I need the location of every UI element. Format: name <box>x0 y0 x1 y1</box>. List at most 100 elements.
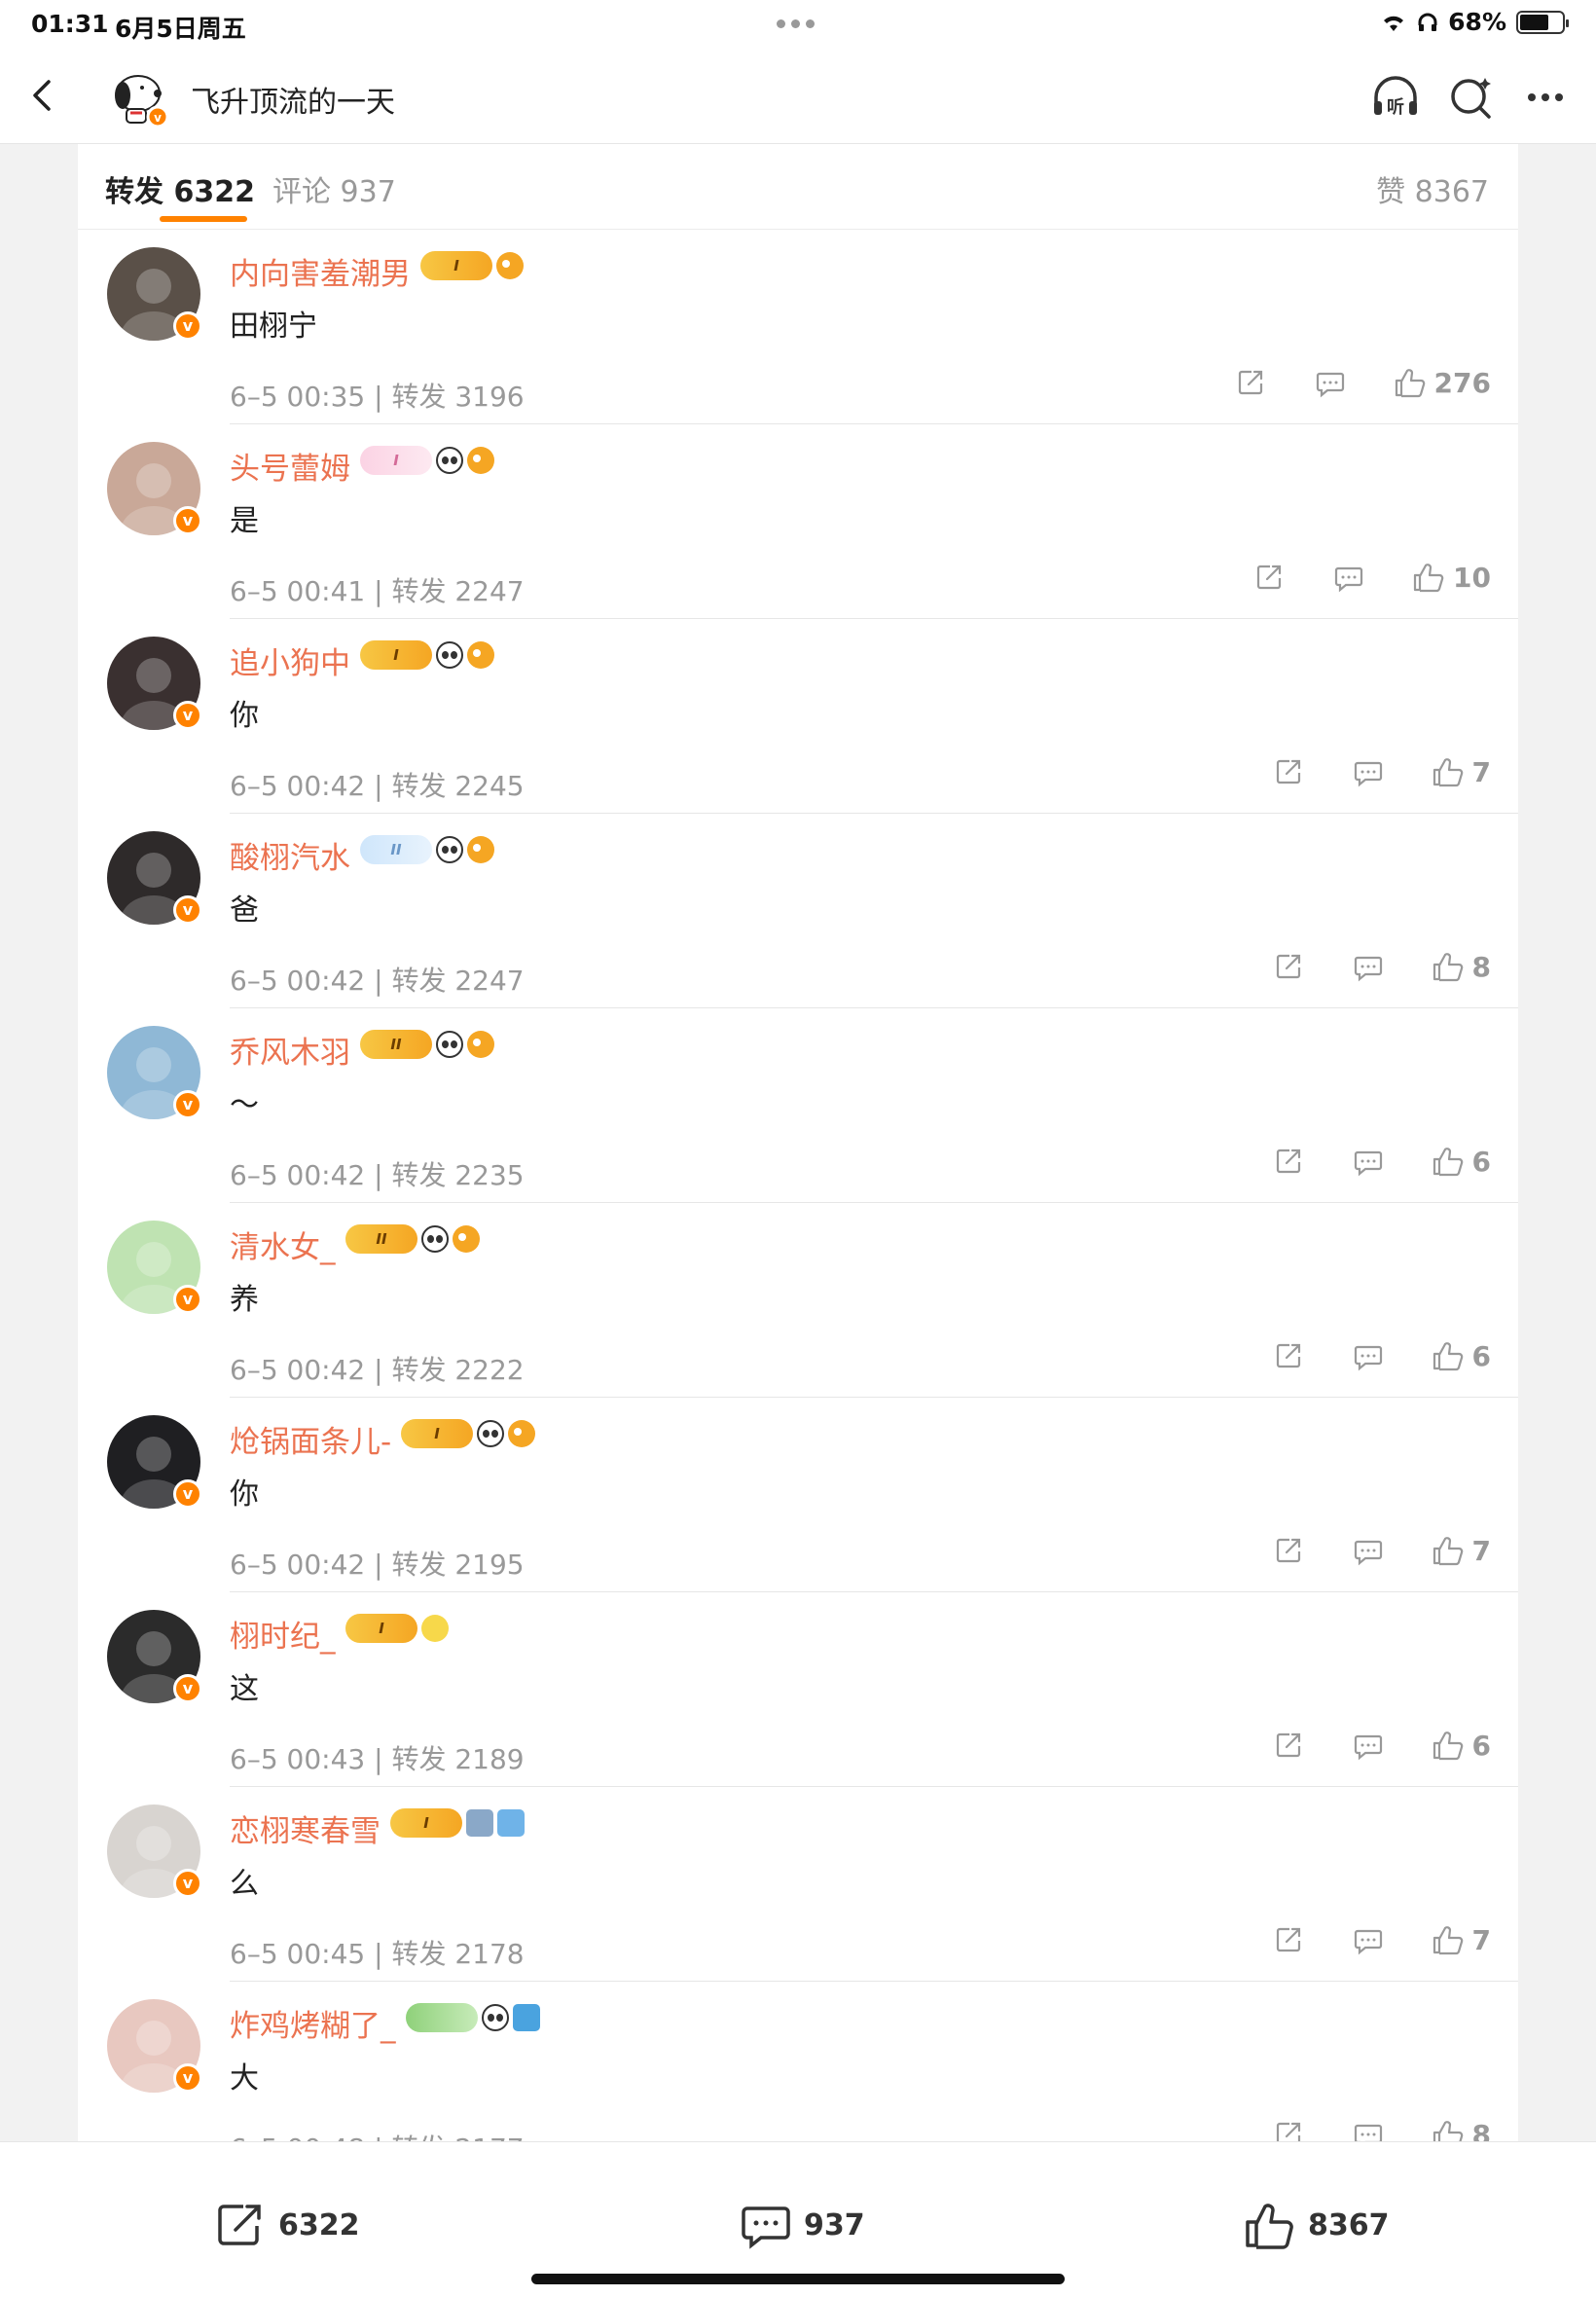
star-badge-icon <box>421 1615 449 1642</box>
author-avatar[interactable]: v <box>101 60 171 130</box>
bottom-like-button[interactable]: 8367 <box>1244 2199 1390 2251</box>
repost-meta: 6–5 00:48 | 转发 2177 <box>230 2128 525 2141</box>
comment-icon[interactable] <box>1352 1145 1385 1178</box>
like-icon <box>1395 369 1425 398</box>
username[interactable]: 酸栩汽水 <box>230 833 350 877</box>
username[interactable]: 头号蕾姆 <box>230 444 350 488</box>
share-icon[interactable] <box>1252 561 1286 594</box>
comment-icon[interactable] <box>1352 1339 1385 1372</box>
tab-active-indicator <box>160 216 247 222</box>
repost-actions: 6 <box>1225 1729 1491 1762</box>
like-button[interactable]: 7 <box>1432 1534 1491 1567</box>
like-icon <box>1433 1926 1463 1955</box>
share-icon[interactable] <box>1272 755 1305 788</box>
status-time: 01:31 <box>31 10 109 38</box>
comment-icon[interactable] <box>1314 366 1347 399</box>
share-icon[interactable] <box>1234 366 1267 399</box>
like-button[interactable]: 10 <box>1412 561 1491 594</box>
repost-item[interactable]: v 酸栩汽水 II 爸 6–5 00:42 | 转发 2247 8 <box>78 814 1518 1008</box>
verified-badge-icon: v <box>173 1479 202 1509</box>
listen-label: 听 <box>1387 96 1404 118</box>
verified-badge-icon: v <box>173 895 202 925</box>
repost-item[interactable]: v 头号蕾姆 I 是 6–5 00:41 | 转发 2247 10 <box>78 424 1518 619</box>
bottom-comment-button[interactable]: 937 <box>740 2199 865 2251</box>
username[interactable]: 清水女_ <box>230 1222 336 1266</box>
like-button[interactable]: 7 <box>1432 1923 1491 1956</box>
like-icon <box>1433 1732 1463 1761</box>
like-button[interactable]: 8 <box>1432 950 1491 983</box>
verified-badge-icon: v <box>173 1869 202 1898</box>
username[interactable]: 炸鸡烤糊了_ <box>230 2001 396 2045</box>
user-badges: I <box>345 1614 449 1643</box>
battery-percent: 68% <box>1448 8 1506 36</box>
fish-badge-icon <box>467 1031 494 1058</box>
repost-item[interactable]: v 栩时纪_ I 这 6–5 00:43 | 转发 2189 6 <box>78 1592 1518 1787</box>
tab-likes[interactable]: 赞 8367 <box>1376 167 1489 210</box>
tab-comment[interactable]: 评论 937 <box>272 167 396 210</box>
comment-icon[interactable] <box>1352 1534 1385 1567</box>
repost-item[interactable]: v 乔风木羽 II ～ 6–5 00:42 | 转发 2235 6 <box>78 1008 1518 1203</box>
share-icon[interactable] <box>1272 1534 1305 1567</box>
like-count: 276 <box>1433 366 1491 399</box>
comment-icon[interactable] <box>1352 1729 1385 1762</box>
comment-icon[interactable] <box>1352 2118 1385 2141</box>
repost-item[interactable]: v 炝锅面条儿- I 你 6–5 00:42 | 转发 2195 7 <box>78 1398 1518 1592</box>
panda-badge-icon <box>436 836 463 863</box>
username[interactable]: 炝锅面条儿- <box>230 1417 391 1461</box>
repost-actions: 7 <box>1225 755 1491 788</box>
repost-item[interactable]: v 炸鸡烤糊了_ 大 6–5 00:48 | 转发 2177 8 <box>78 1982 1518 2141</box>
repost-text: 是 <box>230 504 259 538</box>
level-badge-icon: I <box>360 446 432 475</box>
repost-item[interactable]: v 内向害羞潮男 I 田栩宁 6–5 00:35 | 转发 3196 276 <box>78 230 1518 424</box>
share-icon[interactable] <box>1272 1729 1305 1762</box>
repost-item[interactable]: v 追小狗中 I 你 6–5 00:42 | 转发 2245 7 <box>78 619 1518 814</box>
comment-icon[interactable] <box>1332 561 1365 594</box>
cube-badge-icon <box>466 1809 493 1837</box>
listen-icon[interactable]: 听 <box>1370 72 1421 123</box>
repost-actions: 276 <box>1187 366 1491 399</box>
like-button[interactable]: 8 <box>1432 2118 1491 2141</box>
repost-item[interactable]: v 恋栩寒春雪 I 么 6–5 00:45 | 转发 2178 7 <box>78 1787 1518 1982</box>
tab-repost[interactable]: 转发 6322 <box>105 167 255 210</box>
share-icon[interactable] <box>1272 2118 1305 2141</box>
username[interactable]: 栩时纪_ <box>230 1612 336 1656</box>
back-icon[interactable] <box>21 74 64 117</box>
username[interactable]: 追小狗中 <box>230 638 350 682</box>
like-button[interactable]: 6 <box>1432 1729 1491 1762</box>
bottom-repost-button[interactable]: 6322 <box>214 2199 360 2251</box>
more-icon[interactable] <box>1520 72 1571 123</box>
like-button[interactable]: 6 <box>1432 1145 1491 1178</box>
like-button[interactable]: 276 <box>1394 366 1491 399</box>
username[interactable]: 恋栩寒春雪 <box>230 1806 381 1850</box>
user-badges <box>406 2003 540 2032</box>
search-icon[interactable] <box>1446 72 1497 123</box>
home-indicator[interactable] <box>531 2274 1065 2284</box>
share-icon[interactable] <box>1272 1339 1305 1372</box>
multitask-dots-icon[interactable] <box>777 19 815 28</box>
repost-meta: 6–5 00:35 | 转发 3196 <box>230 381 525 413</box>
username[interactable]: 乔风木羽 <box>230 1028 350 1072</box>
share-icon[interactable] <box>1272 950 1305 983</box>
status-bar: 01:31 6月5日周五 68% <box>0 0 1596 47</box>
repost-actions: 8 <box>1225 950 1491 983</box>
share-icon[interactable] <box>1272 1923 1305 1956</box>
level-badge-icon: II <box>345 1224 417 1254</box>
like-icon <box>1246 2204 1293 2249</box>
comment-icon[interactable] <box>1352 950 1385 983</box>
repost-item[interactable]: v 清水女_ II 养 6–5 00:42 | 转发 2222 6 <box>78 1203 1518 1398</box>
wave-badge-icon <box>513 2004 540 2031</box>
repost-meta: 6–5 00:45 | 转发 2178 <box>230 1938 525 1970</box>
like-icon <box>1413 564 1444 593</box>
like-icon <box>1433 953 1463 982</box>
verified-badge-icon: v <box>173 1090 202 1119</box>
like-button[interactable]: 7 <box>1432 755 1491 788</box>
verified-badge-icon: v <box>173 2063 202 2093</box>
share-icon[interactable] <box>1272 1145 1305 1178</box>
like-count: 6 <box>1471 1729 1491 1762</box>
user-badges: II <box>360 1030 494 1059</box>
comment-icon[interactable] <box>1352 755 1385 788</box>
level-badge-icon: II <box>360 1030 432 1059</box>
like-button[interactable]: 6 <box>1432 1339 1491 1372</box>
username[interactable]: 内向害羞潮男 <box>230 249 411 293</box>
comment-icon[interactable] <box>1352 1923 1385 1956</box>
